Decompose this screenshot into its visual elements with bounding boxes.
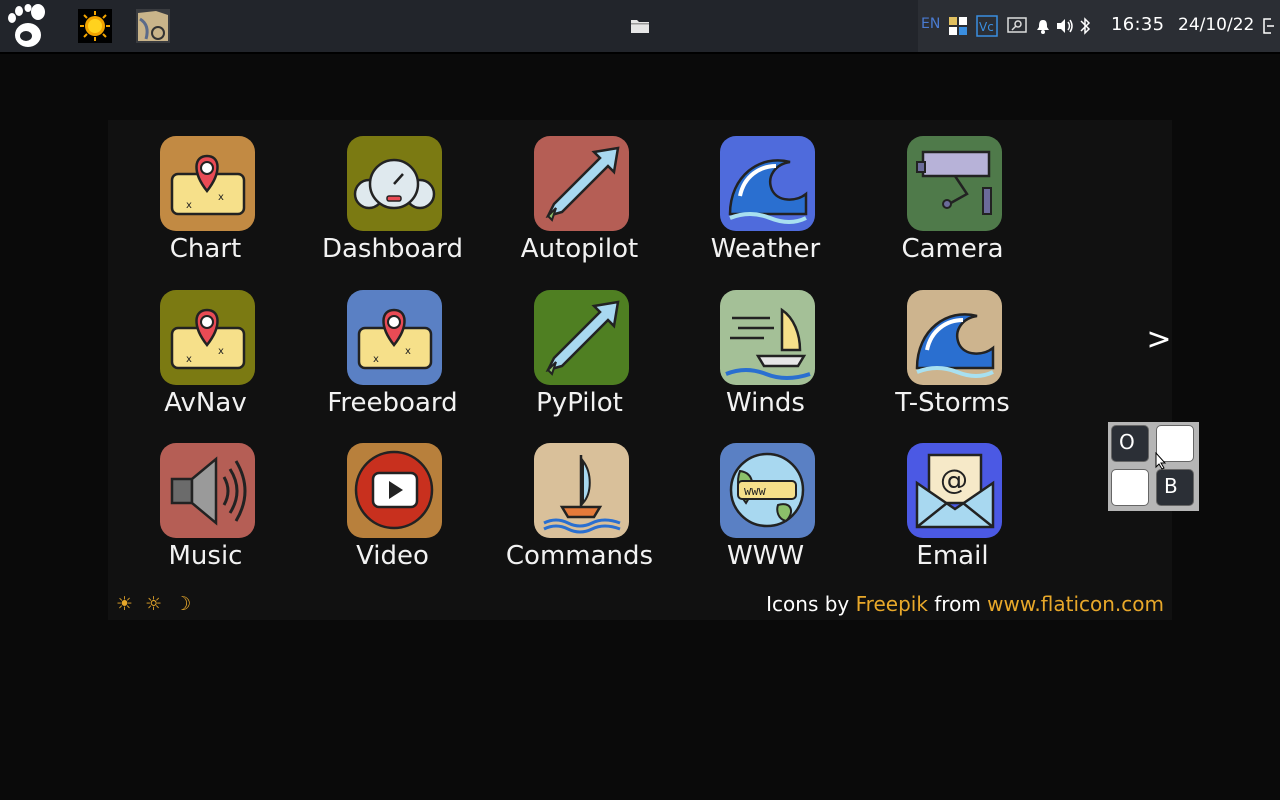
tile-t-storms[interactable]: T-Storms [859,274,1046,424]
volume-icon[interactable] [1055,16,1075,36]
tile-label: Email [916,541,989,571]
wave-icon [720,136,815,231]
treasure-map-icon: x x [160,136,255,231]
tile-label: Video [356,541,429,571]
icon-credits: Icons by Freepik from www.flaticon.com [766,592,1164,616]
svg-text:x: x [186,200,192,211]
workspace-cell[interactable]: O [1111,425,1149,462]
tile-label: PyPilot [536,388,623,418]
sailboat-wind-icon [720,290,815,385]
workspace-cell[interactable]: B [1156,469,1194,506]
tile-avnav[interactable]: x x AvNav [112,274,299,424]
tile-freeboard[interactable]: x x Freeboard [299,274,486,424]
tile-label: Weather [710,234,821,264]
sun-weather-launcher-icon[interactable] [78,9,112,43]
treasure-map-icon: x x [347,290,442,385]
speaker-icon [160,443,255,538]
security-camera-icon [907,136,1002,231]
logout-icon[interactable] [1262,17,1274,35]
network-search-icon[interactable] [1007,16,1027,36]
globe-icon: www [720,443,815,538]
tile-video[interactable]: Video [299,427,486,577]
tile-label: Freeboard [327,388,458,418]
bell-icon[interactable] [1036,16,1050,36]
tile-label: AvNav [164,388,247,418]
freepik-link[interactable]: Freepik [856,592,928,616]
tile-label: Chart [169,234,242,264]
play-button-icon [347,443,442,538]
svg-text:x: x [405,346,411,357]
svg-text:@: @ [940,463,968,496]
tile-music[interactable]: Music [112,427,299,577]
tile-label: Dashboard [321,234,464,264]
sun-icon[interactable]: ☀ [116,593,133,615]
tile-winds[interactable]: Winds [672,274,859,424]
tile-dashboard[interactable]: Dashboard [299,120,486,270]
arrow-icon [534,136,629,231]
keyboard-layout-indicator[interactable]: EN [921,16,940,32]
date[interactable]: 24/10/22 [1178,15,1254,35]
next-page-button[interactable]: > [1144,322,1174,357]
theme-mode-selector: ☀ ☼ ☽ [116,593,197,615]
tile-pypilot[interactable]: PyPilot [486,274,673,424]
tile-label: T-Storms [895,388,1010,418]
tile-weather[interactable]: Weather [672,120,859,270]
tile-label: Camera [901,234,1004,264]
svg-text:x: x [186,354,192,365]
wave-icon [907,290,1002,385]
gauges-icon [347,136,442,231]
mouse-pointer-icon [1155,451,1167,470]
top-panel: EN Vc 16:35 24/10/22 [0,0,1280,54]
workspace-switcher: O B [1108,422,1199,511]
vnc-icon[interactable]: Vc [976,15,998,37]
workspace-cell[interactable] [1111,469,1149,506]
arrow-icon [534,290,629,385]
qr-grid-icon[interactable] [948,16,968,36]
svg-text:x: x [373,354,379,365]
svg-text:x: x [218,346,224,357]
moon-icon[interactable]: ☽ [174,593,191,615]
tile-www[interactable]: www WWW [672,427,859,577]
credits-prefix: Icons by [766,592,850,616]
tile-camera[interactable]: Camera [859,120,1046,270]
tile-label: WWW [726,541,805,571]
dim-sun-icon[interactable]: ☼ [145,593,162,615]
tile-label: Commands [505,541,654,571]
flaticon-link[interactable]: www.flaticon.com [987,592,1164,616]
tile-email[interactable]: @ Email [859,427,1046,577]
treasure-map-icon: x x [160,290,255,385]
tile-commands[interactable]: Commands [486,427,673,577]
tile-label: Winds [726,388,805,418]
app-launcher-panel: x x Chart Dashboard Autopilot Weather Ca… [108,120,1172,620]
tile-autopilot[interactable]: Autopilot [486,120,673,270]
svg-text:x: x [218,192,224,203]
map-launcher-icon[interactable] [136,9,170,43]
email-icon: @ [907,443,1002,538]
bluetooth-icon[interactable] [1078,16,1092,36]
folder-icon[interactable] [630,17,650,35]
svg-text:www: www [744,484,766,498]
tile-chart[interactable]: x x Chart [112,120,299,270]
credits-middle: from [934,592,981,616]
tile-label: Autopilot [520,234,639,264]
svg-text:Vc: Vc [979,20,994,34]
sailboat-icon [534,443,629,538]
gnome-foot-menu-icon[interactable] [6,3,50,49]
clock[interactable]: 16:35 [1111,14,1164,35]
tile-label: Music [168,541,243,571]
